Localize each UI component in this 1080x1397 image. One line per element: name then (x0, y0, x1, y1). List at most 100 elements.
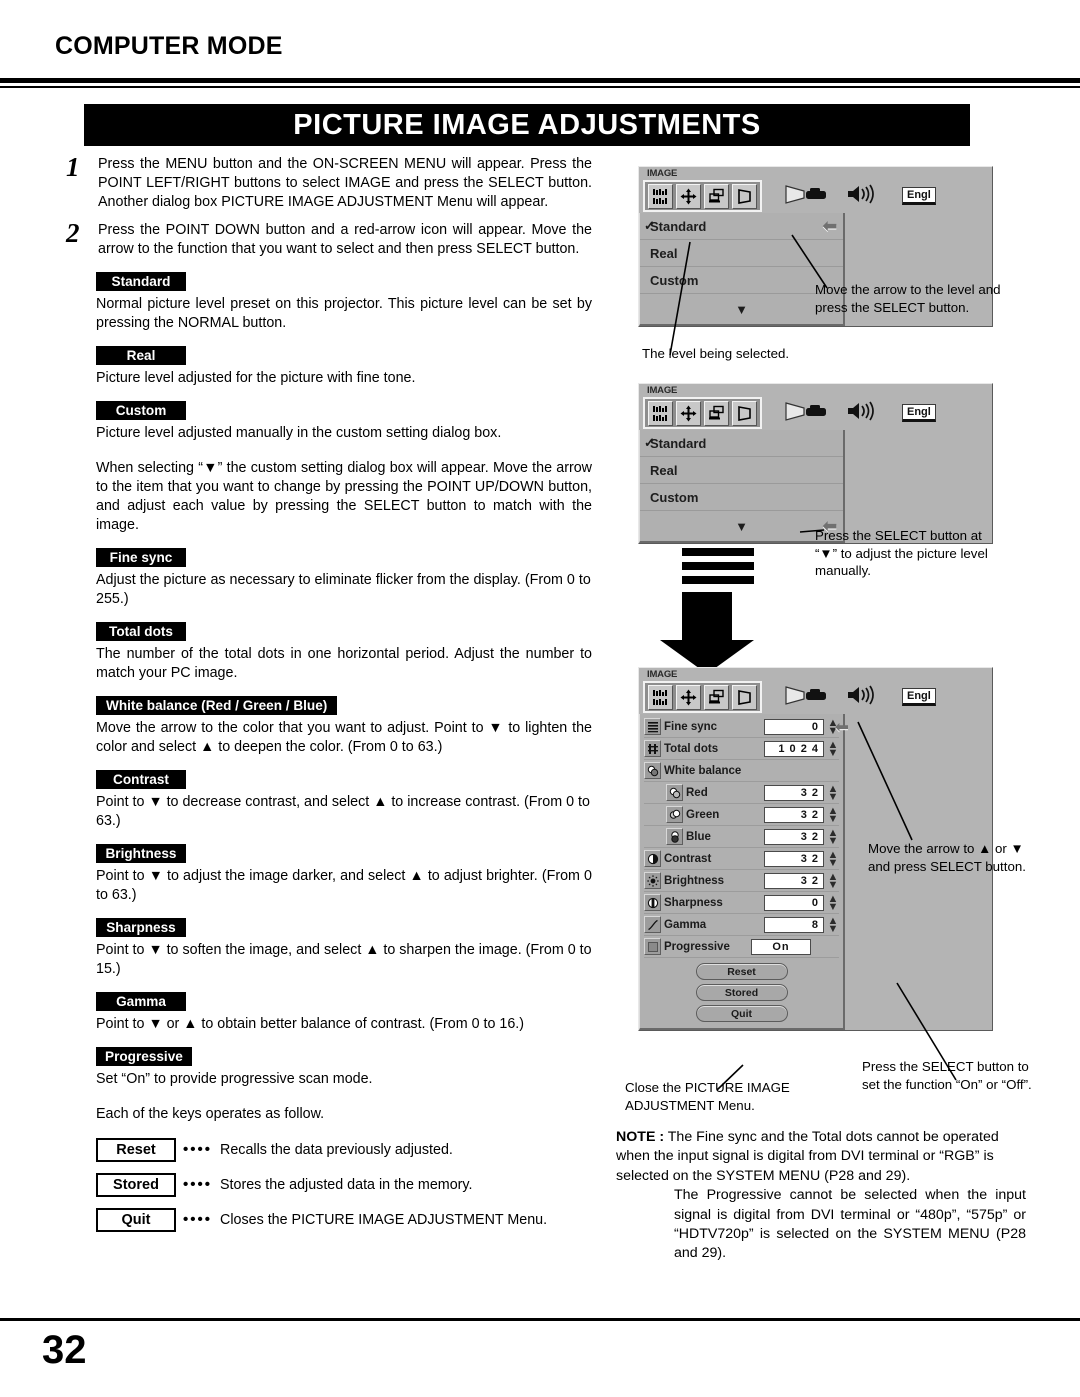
white-balance-icon (644, 762, 661, 779)
keystone-icon[interactable] (732, 183, 757, 209)
spinner-icon[interactable]: ▲ ▼ (827, 805, 839, 824)
section-contrast-body: Point to ▼ to decrease contrast, and sel… (96, 794, 590, 829)
section-real: Real Picture level adjusted for the pict… (62, 346, 592, 388)
gamma-icon (644, 916, 661, 933)
section-brightness: Brightness Point to ▼ to adjust the imag… (62, 844, 592, 905)
osd-status-icons: Engl (784, 183, 936, 210)
note-paragraph-2: The Progressive cannot be selected when … (674, 1187, 1026, 1262)
adjust-row-blue[interactable]: Blue 3 2 ▲ ▼ (644, 826, 839, 848)
annotation-press-select-custom: Press the SELECT button at “▼” to adjust… (815, 528, 988, 578)
image-adjust-icon[interactable] (648, 400, 673, 426)
menu-item-label: Real (650, 245, 678, 261)
adjust-value[interactable]: 3 2 (764, 784, 824, 801)
volume-icon[interactable] (846, 684, 880, 711)
reset-key-box[interactable]: Reset (96, 1138, 176, 1162)
quit-key-box[interactable]: Quit (96, 1208, 176, 1232)
projector-icon[interactable] (784, 183, 830, 210)
menu-item-real[interactable]: Real (640, 457, 843, 484)
stored-button[interactable]: Stored (695, 984, 788, 1001)
note-block: NOTE : The Fine sync and the Total dots … (616, 1128, 1026, 1264)
volume-icon[interactable] (846, 400, 880, 427)
badge-gamma: Gamma (96, 992, 186, 1011)
adjust-row-gamma[interactable]: Gamma 8 ▲ ▼ (644, 914, 839, 936)
badge-fine-sync: Fine sync (96, 548, 186, 567)
adjust-label: Brightness (664, 874, 725, 887)
pc-adjust-icon[interactable] (704, 400, 729, 426)
adjust-value[interactable]: 3 2 (764, 850, 824, 867)
osd-window-title: IMAGE (647, 669, 678, 680)
projector-icon[interactable] (784, 684, 830, 711)
osd-tool-group (643, 681, 762, 713)
spinner-icon[interactable]: ▲ ▼ (827, 783, 839, 802)
adjust-value[interactable]: 1 0 2 4 (764, 740, 824, 757)
adjust-row-contrast[interactable]: Contrast 3 2 ▲ ▼ (644, 848, 839, 870)
adjust-row-brightness[interactable]: Brightness 3 2 ▲ ▼ (644, 870, 839, 892)
adjust-value[interactable]: 3 2 (764, 828, 824, 845)
section-gamma: Gamma Point to ▼ or ▲ to obtain better b… (62, 992, 592, 1034)
green-icon (666, 806, 683, 823)
section-custom-body: Picture level adjusted manually in the c… (96, 425, 502, 441)
page-header: COMPUTER MODE (0, 0, 1080, 92)
adjust-label: White balance (664, 764, 742, 777)
menu-item-label: Standard (650, 218, 707, 234)
image-adjust-icon[interactable] (648, 183, 673, 209)
adjust-value[interactable]: On (751, 938, 811, 955)
position-move-icon[interactable] (676, 183, 701, 209)
spinner-icon[interactable]: ▲ ▼ (827, 915, 839, 934)
spinner-icon[interactable]: ▲ ▼ (827, 739, 839, 758)
quit-button[interactable]: Quit (695, 1005, 788, 1022)
adjust-row-green[interactable]: Green 3 2 ▲ ▼ (644, 804, 839, 826)
pc-adjust-icon[interactable] (704, 684, 729, 710)
projector-icon[interactable] (784, 400, 830, 427)
menu-more-arrow[interactable]: ▼ (640, 294, 843, 324)
note-paragraph-1: The Fine sync and the Total dots cannot … (616, 1129, 999, 1184)
osd-tool-group (643, 397, 762, 429)
osd-toolbar: Engl (639, 396, 992, 430)
badge-brightness: Brightness (96, 844, 186, 863)
reset-key-desc: Recalls the data previously adjusted. (220, 1142, 453, 1158)
pc-adjust-icon[interactable] (704, 183, 729, 209)
menu-more-arrow[interactable]: ▼ ⬅ (640, 511, 843, 541)
spinner-icon[interactable]: ▲ ▼ (827, 893, 839, 912)
menu-item-label: Custom (650, 489, 699, 505)
position-move-icon[interactable] (676, 400, 701, 426)
language-selector[interactable]: Engl (902, 187, 936, 205)
spinner-icon[interactable]: ▲ ▼ (827, 827, 839, 846)
spinner-icon[interactable]: ▲ ▼ (827, 849, 839, 868)
adjust-row-red[interactable]: Red 3 2 ▲ ▼ (644, 782, 839, 804)
spinner-icon[interactable]: ▲ ▼ (827, 871, 839, 890)
section-sharpness-body: Point to ▼ to soften the image, and sele… (96, 942, 592, 977)
reset-button[interactable]: Reset (695, 963, 788, 980)
language-selector[interactable]: Engl (902, 404, 936, 422)
transition-down-arrow-icon (660, 592, 754, 674)
position-move-icon[interactable] (676, 684, 701, 710)
transition-dash-stack (682, 548, 754, 590)
adjust-value[interactable]: 0 (764, 894, 824, 911)
adjust-value[interactable]: 3 2 (764, 806, 824, 823)
badge-standard: Standard (96, 272, 186, 291)
adjust-row-fine-sync[interactable]: Fine sync 0 ▲ ▼ ⬅ (644, 716, 849, 738)
stored-key-box[interactable]: Stored (96, 1173, 176, 1197)
osd-toolbar: Engl (639, 179, 992, 213)
adjust-row-progressive[interactable]: Progressive On (644, 936, 839, 958)
menu-item-custom[interactable]: Custom (640, 267, 843, 294)
keystone-icon[interactable] (732, 684, 757, 710)
section-real-body: Picture level adjusted for the picture w… (96, 370, 416, 386)
adjust-value[interactable]: 3 2 (764, 872, 824, 889)
menu-item-real[interactable]: Real (640, 240, 843, 267)
menu-item-standard[interactable]: ✓ Standard (640, 430, 843, 457)
step-text: Press the MENU button and the ON-SCREEN … (98, 156, 592, 210)
image-adjust-icon[interactable] (648, 684, 673, 710)
language-selector[interactable]: Engl (902, 688, 936, 706)
adjust-value[interactable]: 0 (764, 718, 824, 735)
adjust-row-sharpness[interactable]: Sharpness 0 ▲ ▼ (644, 892, 839, 914)
adjust-value[interactable]: 8 (764, 916, 824, 933)
menu-item-standard[interactable]: ✓ Standard ⬅ (640, 213, 843, 240)
volume-icon[interactable] (846, 183, 880, 210)
leader-dots: •••• (183, 1176, 213, 1193)
menu-item-custom[interactable]: Custom (640, 484, 843, 511)
footer-rule (0, 1318, 1080, 1321)
keystone-icon[interactable] (732, 400, 757, 426)
adjust-row-total-dots[interactable]: Total dots 1 0 2 4 ▲ ▼ (644, 738, 839, 760)
badge-total-dots: Total dots (96, 622, 186, 641)
